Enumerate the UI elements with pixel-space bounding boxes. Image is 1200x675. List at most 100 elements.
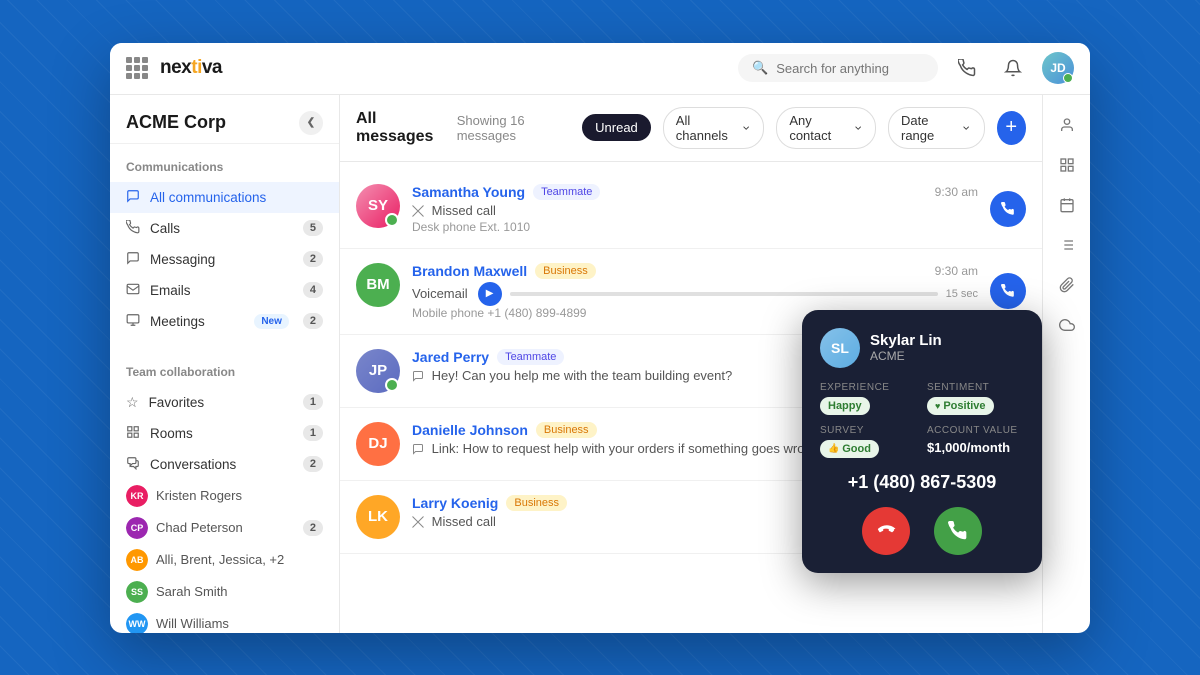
channels-label: All channels xyxy=(676,113,736,143)
sidebar-item-rooms[interactable]: Rooms 1 xyxy=(110,418,339,449)
chevron-down-icon-3 xyxy=(961,122,971,134)
grid-menu-icon[interactable] xyxy=(126,57,148,79)
contact-label: Any contact xyxy=(789,113,847,143)
accept-icon xyxy=(948,521,968,541)
unread-label: Unread xyxy=(595,120,638,135)
will-name: Will Williams xyxy=(156,616,229,631)
compose-button[interactable]: + xyxy=(997,111,1026,145)
calendar-icon xyxy=(1059,197,1075,213)
conversation-item-chad[interactable]: CP Chad Peterson 2 xyxy=(110,512,339,544)
phone-missed-icon-2 xyxy=(412,516,424,528)
samantha-content: Samantha Young Teammate 9:30 am Missed c… xyxy=(412,184,978,234)
rooms-label: Rooms xyxy=(150,426,193,441)
survey-label: SURVEY xyxy=(820,425,917,436)
calls-label: Calls xyxy=(150,221,180,236)
brandon-tag: Business xyxy=(535,263,596,279)
kristen-avatar: KR xyxy=(126,485,148,507)
paperclip-icon xyxy=(1059,277,1075,293)
sidebar-item-all-communications[interactable]: All communications xyxy=(110,182,339,213)
account-value-value: $1,000/month xyxy=(927,440,1024,455)
calls-badge: 5 xyxy=(303,220,323,236)
list-icon xyxy=(1059,237,1075,253)
voicemail-progress[interactable] xyxy=(510,292,938,296)
samantha-header: Samantha Young Teammate 9:30 am xyxy=(412,184,978,200)
sidebar-item-favorites[interactable]: ☆ Favorites 1 xyxy=(110,387,339,418)
survey-text: Good xyxy=(842,443,871,455)
contacts-icon-btn[interactable] xyxy=(1049,107,1085,143)
emails-badge: 4 xyxy=(303,282,323,298)
danielle-avatar: DJ xyxy=(356,422,400,466)
caller-name: Skylar Lin xyxy=(870,332,942,349)
sidebar: ACME Corp ❮ Communications All communica… xyxy=(110,95,340,633)
message-item-samantha[interactable]: SY Samantha Young Teammate 9:30 am Misse… xyxy=(340,170,1042,249)
app-window: nextiva 🔍 JD ACME Corp ❮ xyxy=(110,43,1090,633)
search-icon: 🔍 xyxy=(752,60,768,76)
phone-nav-icon[interactable] xyxy=(950,51,984,85)
sidebar-item-meetings[interactable]: Meetings New 2 xyxy=(110,306,339,337)
play-button[interactable]: ▶ xyxy=(478,282,502,306)
sidebar-item-conversations[interactable]: Conversations 2 xyxy=(110,449,339,480)
conversations-label: Conversations xyxy=(150,457,236,472)
alli-avatar: AB xyxy=(126,549,148,571)
larry-avatar: LK xyxy=(356,495,400,539)
experience-value: Happy xyxy=(820,397,917,415)
collapse-sidebar-button[interactable]: ❮ xyxy=(299,111,323,135)
sentiment-pill: ♥ Positive xyxy=(927,397,994,415)
accept-call-button[interactable] xyxy=(934,507,982,555)
team-title: Team collaboration xyxy=(110,361,339,387)
skylar-avatar: SL xyxy=(820,328,860,368)
unread-filter-button[interactable]: Unread xyxy=(582,114,651,141)
channels-filter-button[interactable]: All channels xyxy=(663,107,765,149)
cloud-icon-btn[interactable] xyxy=(1049,307,1085,343)
sidebar-item-calls[interactable]: Calls 5 xyxy=(110,213,339,244)
search-input[interactable] xyxy=(776,61,924,76)
person-icon xyxy=(1059,117,1075,133)
favorites-badge: 1 xyxy=(303,394,323,410)
conversation-item-will[interactable]: WW Will Williams xyxy=(110,608,339,633)
sidebar-item-emails[interactable]: Emails 4 xyxy=(110,275,339,306)
main-body: ACME Corp ❮ Communications All communica… xyxy=(110,95,1090,633)
list-icon-btn[interactable] xyxy=(1049,227,1085,263)
sarah-avatar-img: SS xyxy=(126,581,148,603)
all-communications-label: All communications xyxy=(150,190,266,205)
chad-avatar: CP xyxy=(126,517,148,539)
incoming-call-popup: SL Skylar Lin ACME EXPERIENCE Happy xyxy=(802,310,1042,573)
chad-name: Chad Peterson xyxy=(156,520,243,535)
conversation-item-kristen[interactable]: KR Kristen Rogers xyxy=(110,480,339,512)
survey-value: 👍 Good xyxy=(820,440,917,458)
sentiment-value: ♥ Positive xyxy=(927,397,1024,415)
bell-nav-icon[interactable] xyxy=(996,51,1030,85)
conversation-item-sarah[interactable]: SS Sarah Smith xyxy=(110,576,339,608)
call-popup-header: SL Skylar Lin ACME xyxy=(820,328,1024,368)
sarah-avatar: SS xyxy=(126,581,148,603)
chevron-down-icon xyxy=(741,122,751,134)
contact-filter-button[interactable]: Any contact xyxy=(776,107,876,149)
danielle-name: Danielle Johnson xyxy=(412,422,528,438)
samantha-call-button[interactable] xyxy=(990,191,1026,227)
cloud-icon xyxy=(1059,317,1075,333)
chad-avatar-img: CP xyxy=(126,517,148,539)
grid-icon-btn[interactable] xyxy=(1049,147,1085,183)
date-filter-button[interactable]: Date range xyxy=(888,107,985,149)
call-popup-grid: EXPERIENCE Happy SENTIMENT ♥ Positive xyxy=(820,382,1024,458)
skylar-avatar-inner: SL xyxy=(820,328,860,368)
user-avatar-nav[interactable]: JD xyxy=(1042,52,1074,84)
calendar-icon-btn[interactable] xyxy=(1049,187,1085,223)
samantha-preview: Missed call xyxy=(412,203,978,218)
brandon-call-button[interactable] xyxy=(990,273,1026,309)
jared-tag: Teammate xyxy=(497,349,564,365)
conversations-badge: 2 xyxy=(303,456,323,472)
kristen-avatar-img: KR xyxy=(126,485,148,507)
rooms-badge: 1 xyxy=(303,425,323,441)
search-bar[interactable]: 🔍 xyxy=(738,54,938,82)
sentiment-label: SENTIMENT xyxy=(927,382,1024,393)
jared-avatar: JP xyxy=(356,349,400,393)
attachment-icon-btn[interactable] xyxy=(1049,267,1085,303)
company-name: ACME Corp xyxy=(126,112,226,133)
rooms-icon xyxy=(126,425,140,442)
logo: nextiva xyxy=(160,57,222,79)
sidebar-item-messaging[interactable]: Messaging 2 xyxy=(110,244,339,275)
emails-label: Emails xyxy=(150,283,191,298)
decline-call-button[interactable] xyxy=(862,507,910,555)
conversation-item-alli[interactable]: AB Alli, Brent, Jessica, +2 xyxy=(110,544,339,576)
